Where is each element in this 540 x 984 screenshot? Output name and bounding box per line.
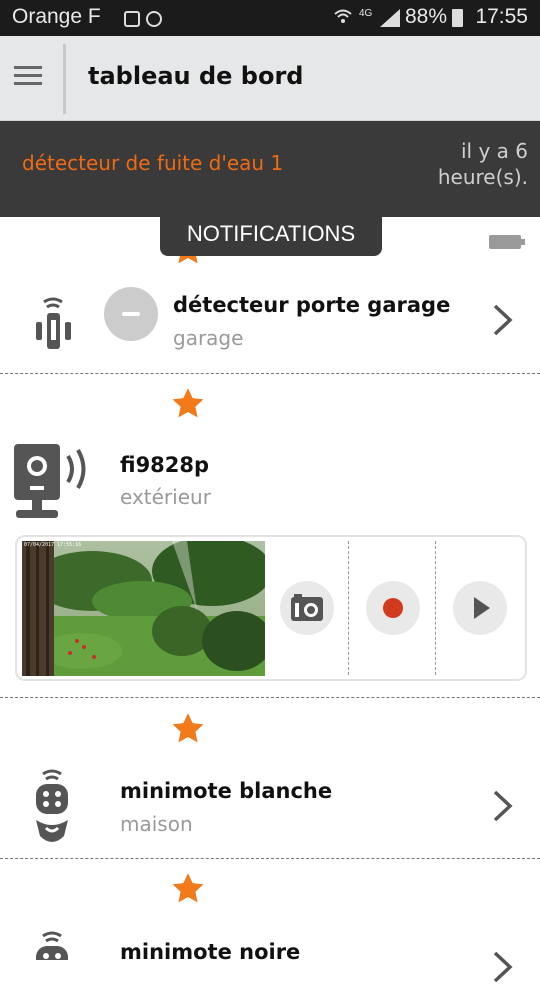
favorite-star-icon[interactable] (170, 386, 206, 422)
state-indicator (104, 287, 158, 341)
record-icon (383, 598, 403, 618)
section-divider (0, 858, 540, 859)
battery-status-icon (452, 9, 463, 27)
favorite-star-icon[interactable] (170, 711, 206, 747)
clock: 17:55 (475, 5, 528, 28)
device-room: maison (120, 812, 193, 836)
menu-icon[interactable] (14, 66, 42, 88)
app-bar: tableau de bord (0, 36, 540, 121)
snapshot-icon (291, 594, 323, 621)
section-divider (0, 697, 540, 698)
snapshot-button[interactable] (280, 581, 334, 635)
snapshot-timestamp: 07/04/2017 17:55:16 (24, 542, 82, 548)
notification-icons (124, 9, 168, 33)
chevron-right-icon[interactable] (492, 789, 514, 823)
battery-icon (489, 235, 525, 249)
chevron-right-icon[interactable] (492, 303, 514, 337)
notification-banner[interactable]: détecteur de fuite d'eau 1 il y a 6 heur… (0, 121, 540, 217)
notification-time: il y a 6 heure(s). (437, 139, 528, 189)
device-name: fi9828p (120, 453, 210, 477)
status-bar: Orange F 4G 88% 17:55 (0, 0, 540, 36)
device-room: extérieur (120, 485, 211, 509)
notifications-tab[interactable]: NOTIFICATIONS (160, 216, 382, 256)
device-name: détecteur porte garage (173, 293, 451, 317)
camera-snapshot[interactable]: 07/04/2017 17:55:16 (22, 541, 265, 676)
play-icon (474, 597, 490, 619)
play-button[interactable] (453, 581, 507, 635)
device-room: garage (173, 326, 244, 350)
home-app-icon (124, 11, 140, 27)
battery-percent: 88% (405, 5, 448, 28)
camera-icon (14, 444, 86, 518)
remote-icon (36, 931, 68, 960)
door-sensor-icon (36, 297, 71, 349)
button-separator (348, 541, 349, 675)
app-bar-divider (63, 44, 66, 114)
page-title: tableau de bord (88, 62, 304, 90)
record-button[interactable] (366, 581, 420, 635)
sync-icon (146, 11, 162, 27)
wifi-icon (334, 8, 352, 26)
carrier-name: Orange F (12, 5, 101, 28)
notification-message: détecteur de fuite d'eau 1 (22, 151, 284, 175)
chevron-right-icon[interactable] (492, 950, 514, 984)
section-divider (0, 373, 540, 374)
network-type: 4G (359, 8, 373, 19)
device-name: minimote blanche (120, 779, 333, 803)
button-separator (435, 541, 436, 675)
favorite-star-icon[interactable] (170, 871, 206, 907)
device-name: minimote noire (120, 940, 301, 964)
signal-icon (380, 9, 400, 27)
remote-icon (36, 769, 68, 842)
